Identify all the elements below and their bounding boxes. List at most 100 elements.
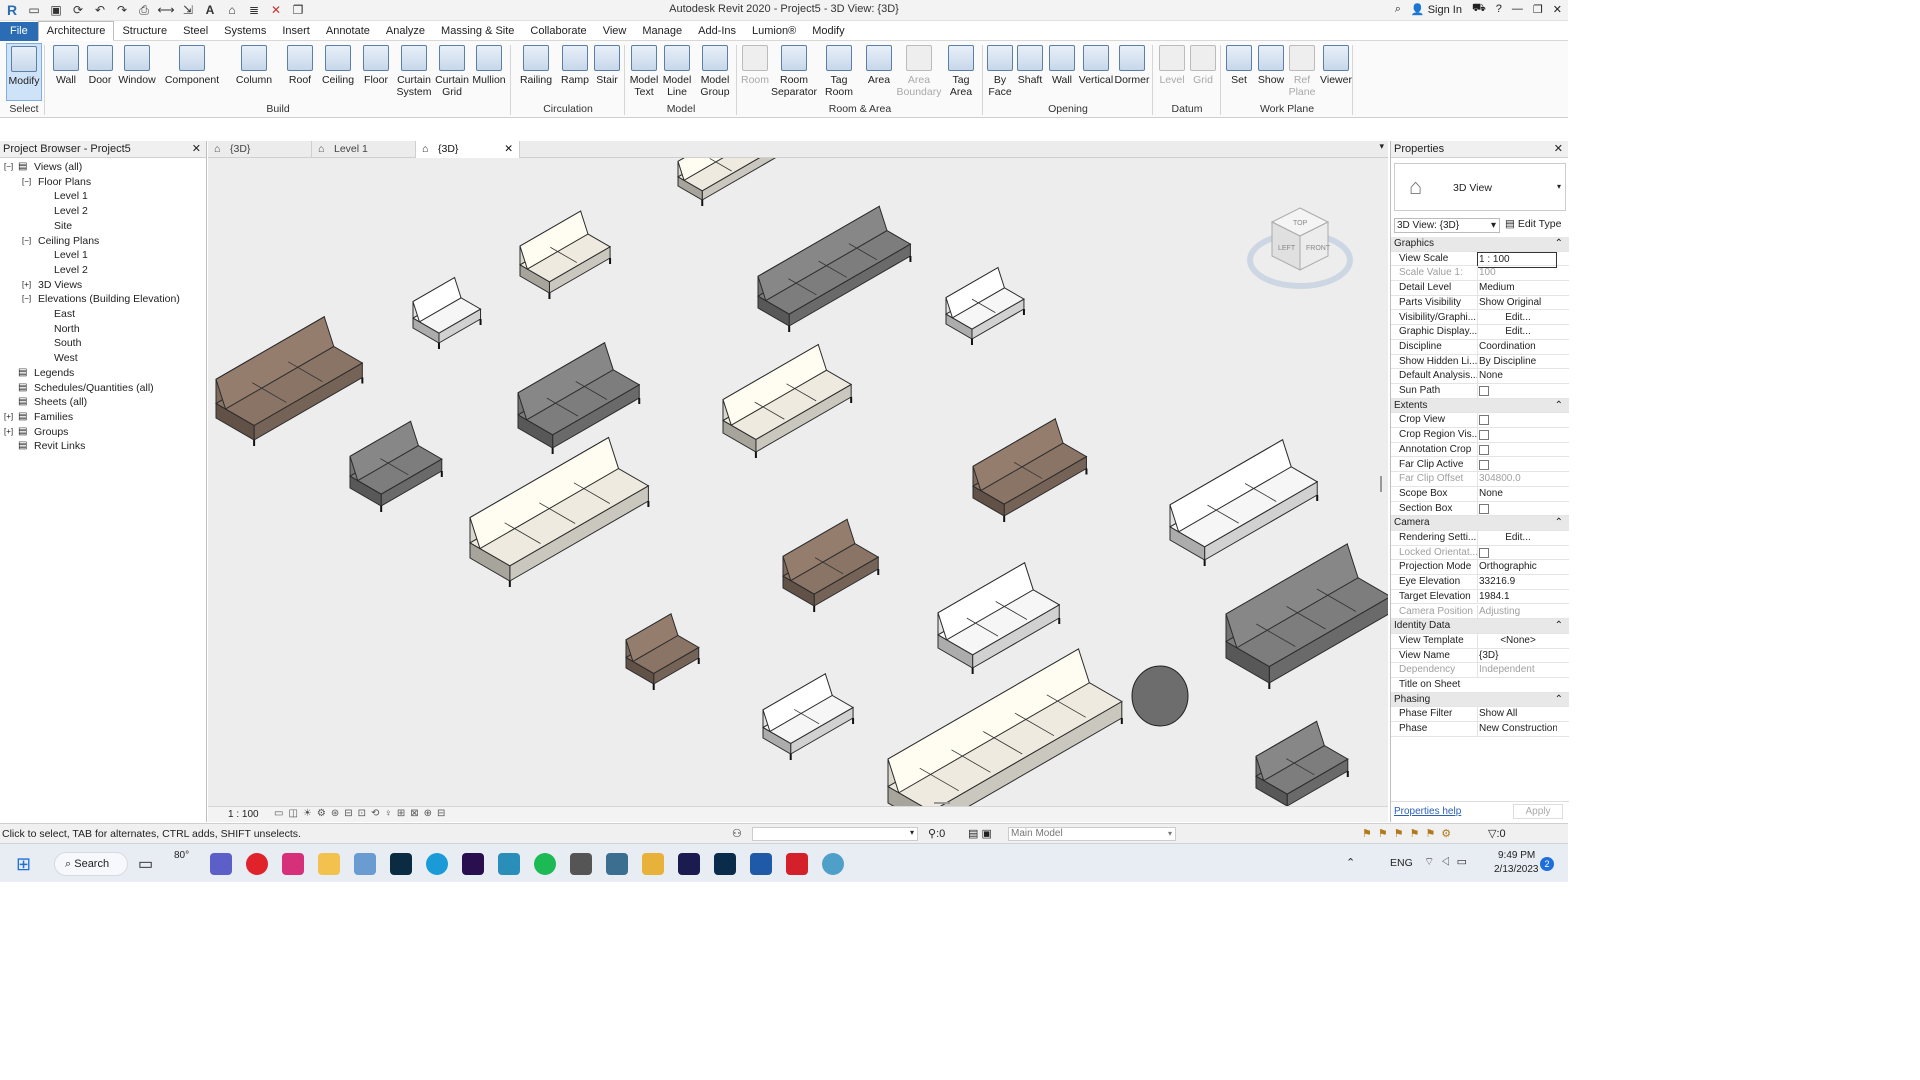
tab-collaborate[interactable]: Collaborate — [522, 22, 594, 41]
property-value[interactable]: Adjusting — [1477, 604, 1557, 619]
collapse-icon[interactable]: [−] — [4, 160, 13, 174]
mullion-button[interactable]: Mullion — [470, 43, 508, 86]
collapse-icon[interactable]: ⌃ — [1555, 619, 1563, 633]
collapse-icon[interactable]: ⌃ — [1555, 237, 1563, 251]
design-option-dropdown[interactable]: Main Model ▾ — [1008, 827, 1176, 841]
chevron-up-icon[interactable]: ⌃ — [1346, 856, 1355, 869]
cart-icon[interactable]: ⛟ — [1472, 2, 1486, 16]
property-value[interactable]: Edit... — [1477, 325, 1557, 340]
model-text-button[interactable]: Model Text — [626, 43, 662, 98]
property-value[interactable]: Coordination — [1477, 339, 1557, 354]
shaft-button[interactable]: Shaft — [1014, 43, 1046, 86]
room-button[interactable]: Room — [738, 43, 772, 86]
ceiling-button[interactable]: Ceiling — [318, 43, 358, 86]
vertical-button[interactable]: Vertical — [1078, 43, 1114, 86]
tab-systems[interactable]: Systems — [216, 22, 274, 41]
property-value[interactable]: {3D} — [1477, 648, 1557, 663]
stair-button[interactable]: Stair — [592, 43, 622, 86]
armchair-brown[interactable] — [625, 612, 700, 690]
panel-opening[interactable]: Opening — [984, 103, 1152, 115]
dormer-button[interactable]: Dormer — [1114, 43, 1150, 86]
viewcube-top[interactable]: TOP — [1293, 220, 1308, 227]
tag-room-button[interactable]: Tag Room — [820, 43, 858, 98]
panel-build[interactable]: Build — [46, 103, 510, 115]
view-tab-2[interactable]: ⌂ {3D} ✕ — [416, 141, 520, 158]
edit-type-button[interactable]: ▤ Edit Type — [1505, 218, 1561, 230]
viewcube[interactable]: TOP LEFT FRONT — [1246, 198, 1356, 298]
viewcube-front[interactable]: FRONT — [1306, 245, 1331, 252]
sofa-cream-mid[interactable] — [722, 343, 853, 458]
close-tab-icon[interactable]: ✕ — [504, 141, 513, 158]
close-icon[interactable]: ✕ — [192, 141, 201, 158]
collapse-icon[interactable]: [−] — [22, 234, 31, 248]
panel-select[interactable]: Select — [4, 103, 44, 115]
model-line-button[interactable]: Model Line — [660, 43, 694, 98]
sofa-grey-large[interactable] — [757, 205, 912, 332]
3d-view-canvas[interactable]: TOP LEFT FRONT — [208, 158, 1388, 808]
property-value[interactable]: Independent — [1477, 663, 1557, 678]
tab-modify[interactable]: Modify — [804, 22, 852, 41]
help-icon[interactable]: ? — [1496, 3, 1502, 15]
property-group-graphics[interactable]: Graphics ⌃ — [1391, 237, 1569, 252]
taskbar-search[interactable]: ⌕ Search — [54, 852, 128, 876]
set-button[interactable]: Set — [1224, 43, 1254, 86]
property-group-phasing[interactable]: Phasing ⌃ — [1391, 692, 1569, 708]
property-value[interactable]: Edit... — [1477, 310, 1557, 325]
app-icon-app5[interactable] — [822, 853, 844, 875]
app-icon-premiere[interactable] — [462, 853, 484, 875]
collapse-icon[interactable]: ⌃ — [1555, 516, 1563, 530]
property-checkbox[interactable] — [1479, 430, 1489, 441]
property-checkbox[interactable] — [1479, 415, 1489, 426]
property-value[interactable]: Orthographic — [1477, 560, 1557, 575]
view-control-icons[interactable]: ▭◫☀⚙⊛⊟⊡⟲♀⊞⊠⊕⊟ — [274, 808, 450, 819]
properties-help-link[interactable]: Properties help — [1394, 806, 1461, 817]
windows-start-icon[interactable]: ⊞ — [16, 854, 31, 875]
close-icon[interactable]: ✕ — [1554, 141, 1563, 158]
door-button[interactable]: Door — [86, 43, 114, 86]
property-group-extents[interactable]: Extents ⌃ — [1391, 398, 1569, 414]
property-value[interactable]: New Construction — [1477, 722, 1557, 737]
sofa-grey-mid[interactable] — [517, 341, 641, 454]
property-value[interactable]: None — [1477, 486, 1557, 501]
ref-plane-button[interactable]: Ref Plane — [1286, 43, 1318, 98]
tab-menu-icon[interactable]: ▾ — [1379, 141, 1384, 152]
tab-insert[interactable]: Insert — [274, 22, 318, 41]
property-value[interactable]: 1984.1 — [1477, 589, 1557, 604]
sofa-white-right[interactable] — [1169, 438, 1319, 566]
app-icon-instagram[interactable] — [282, 853, 304, 875]
app-icon-after-effects[interactable] — [678, 853, 700, 875]
tab-annotate[interactable]: Annotate — [318, 22, 378, 41]
app-icon-acrobat[interactable] — [786, 853, 808, 875]
armchair-grey-bottom[interactable] — [1255, 720, 1349, 808]
clock-date[interactable]: 2/13/2023 — [1494, 864, 1539, 875]
curtain-grid-button[interactable]: Curtain Grid — [432, 43, 472, 98]
app-icon-spotify[interactable] — [534, 853, 556, 875]
tab-manage[interactable]: Manage — [634, 22, 690, 41]
clock-time[interactable]: 9:49 PM — [1498, 850, 1535, 861]
workset-dropdown[interactable]: ▾ — [752, 827, 918, 841]
collapse-icon[interactable]: ⌃ — [1555, 693, 1563, 707]
ramp-button[interactable]: Ramp — [558, 43, 592, 86]
grid-button[interactable]: Grid — [1188, 43, 1218, 86]
modify-button[interactable]: Modify — [6, 43, 42, 101]
expand-icon[interactable]: [+] — [22, 278, 31, 292]
area-button[interactable]: Area — [862, 43, 896, 86]
collapse-icon[interactable]: [−] — [22, 175, 31, 189]
tab-architecture[interactable]: Architecture — [37, 21, 115, 41]
property-value[interactable]: 33216.9 — [1477, 575, 1557, 590]
property-value[interactable]: 1 : 100 — [1477, 251, 1557, 268]
room-separator-button[interactable]: Room Separator — [770, 43, 818, 98]
collapse-icon[interactable]: ⌃ — [1555, 399, 1563, 413]
component-button[interactable]: Component — [162, 43, 222, 86]
property-value[interactable]: <None> — [1477, 633, 1557, 648]
by-face-button[interactable]: By Face — [984, 43, 1016, 98]
property-value[interactable]: Show Original — [1477, 295, 1557, 310]
app-icon-explorer[interactable] — [318, 853, 340, 875]
property-checkbox[interactable] — [1479, 386, 1489, 396]
property-value[interactable]: 304800.0 — [1477, 472, 1557, 487]
expand-icon[interactable]: [+] — [4, 425, 13, 439]
armchair-white[interactable] — [762, 672, 855, 760]
round-lounge-chair[interactable] — [1131, 665, 1189, 727]
property-checkbox[interactable] — [1479, 444, 1489, 455]
tab-analyze[interactable]: Analyze — [378, 22, 433, 41]
